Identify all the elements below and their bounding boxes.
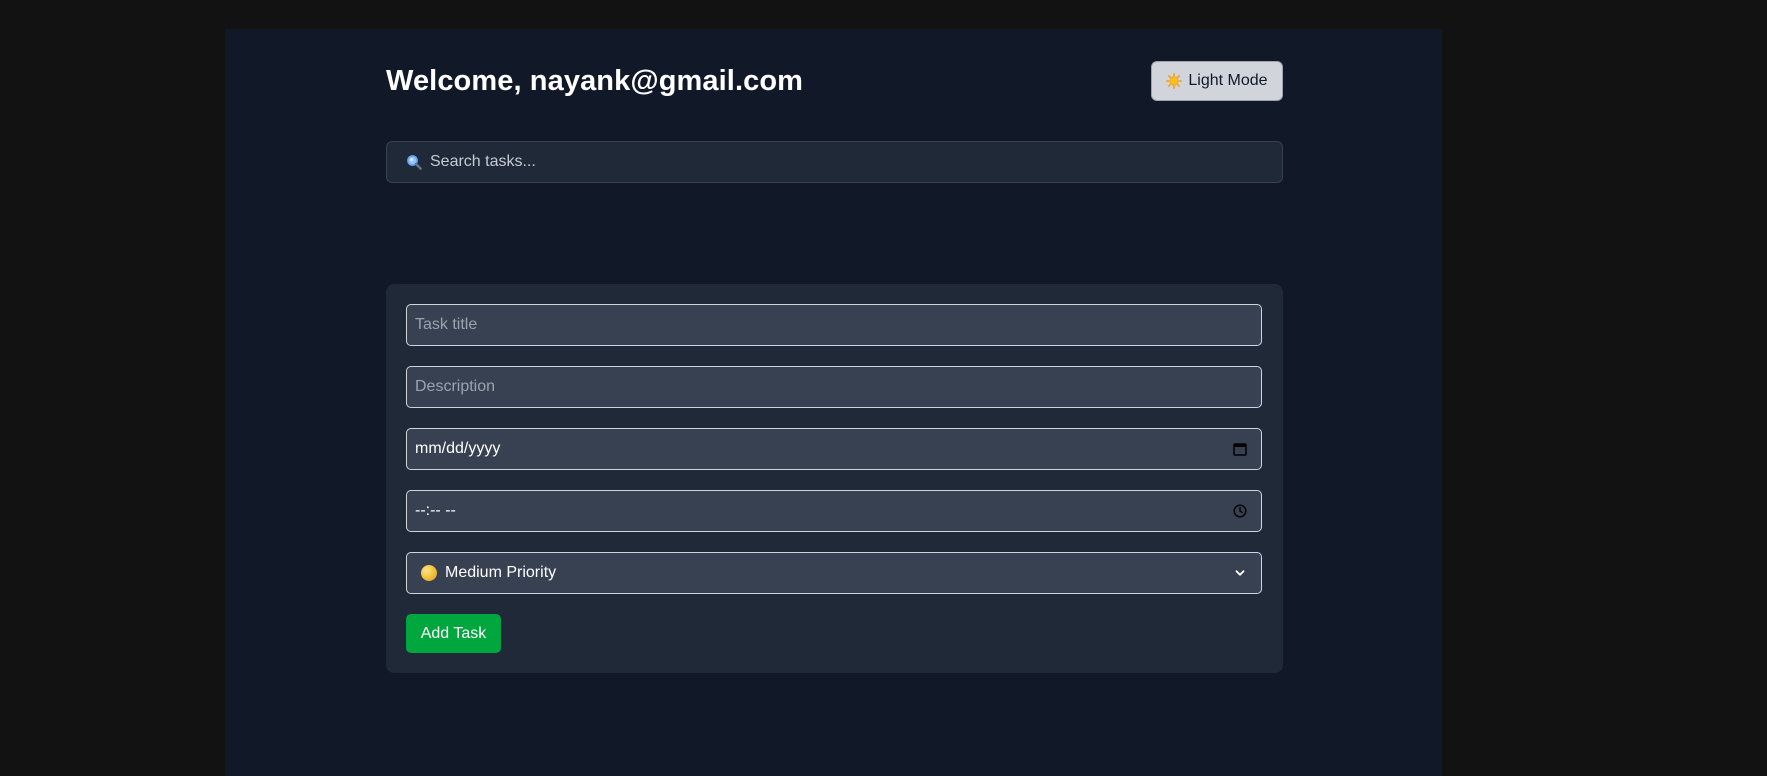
due-time-value: --:-- -- xyxy=(415,502,456,519)
clock-icon[interactable] xyxy=(1231,502,1249,520)
search-bar xyxy=(386,141,1283,183)
search-icon xyxy=(406,154,422,170)
due-date-input[interactable]: mm/dd/yyyy xyxy=(406,428,1262,470)
due-date-value: mm/dd/yyyy xyxy=(415,440,501,457)
description-input[interactable] xyxy=(415,367,1261,407)
main-container: Welcome, nayank@gmail.com Light Mode Sea… xyxy=(386,29,1283,776)
priority-selected-value: Medium Priority xyxy=(445,564,557,581)
theme-toggle-label: Light Mode xyxy=(1188,72,1268,89)
description-field[interactable] xyxy=(406,366,1262,408)
app-page: Welcome, nayank@gmail.com Light Mode Sea… xyxy=(225,29,1442,776)
priority-select[interactable]: Medium Priority xyxy=(406,552,1262,594)
sun-icon xyxy=(1166,73,1183,89)
yellow-circle-icon xyxy=(421,565,437,581)
welcome-heading: Welcome, nayank@gmail.com xyxy=(386,65,804,97)
task-title-field[interactable] xyxy=(406,304,1262,346)
task-form: mm/dd/yyyy --:-- -- xyxy=(386,284,1283,673)
due-time-input[interactable]: --:-- -- xyxy=(406,490,1262,532)
header: Welcome, nayank@gmail.com Light Mode xyxy=(386,61,1283,103)
chevron-down-icon xyxy=(1231,564,1249,582)
theme-toggle-button[interactable]: Light Mode xyxy=(1151,61,1283,101)
task-title-input[interactable] xyxy=(415,305,1261,345)
add-task-button[interactable]: Add Task xyxy=(406,614,501,653)
search-input[interactable] xyxy=(430,142,1282,182)
calendar-icon[interactable] xyxy=(1231,440,1249,458)
